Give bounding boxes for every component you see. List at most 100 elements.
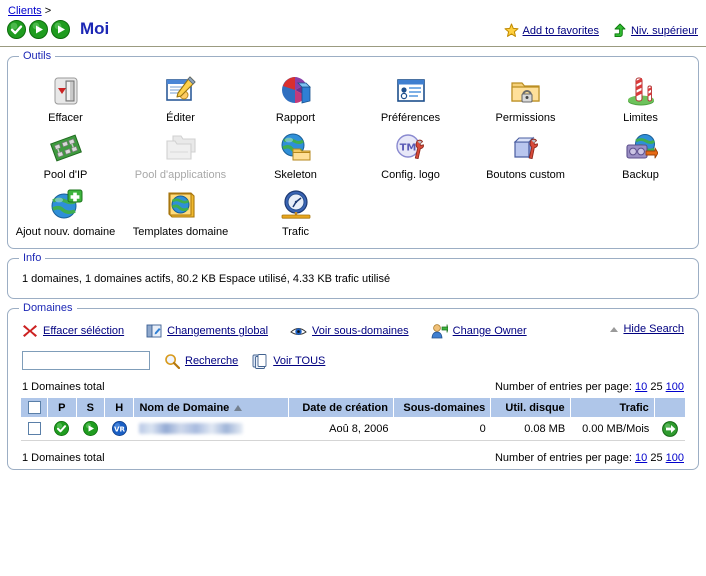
top-bar: Clients > Moi Add to favorites Niv. supé… [0,0,706,47]
tool-label: Éditer [166,112,195,124]
col-domain-name[interactable]: Nom de Domaine [133,398,289,417]
tool-boutons-custom[interactable]: Boutons custom [468,128,583,181]
domains-total-top: 1 Domaines total [22,381,105,393]
clock-traffic-icon [278,187,314,223]
tool-effacer[interactable]: Effacer [8,71,123,124]
tool-ajout-nouv-domaine[interactable]: Ajout nouv. domaine [8,185,123,238]
button-wrench-icon [508,130,544,166]
action-link[interactable]: Effacer séléction [43,325,124,337]
row-subdomains: 0 [393,417,491,441]
entries-option-100[interactable]: 100 [666,452,684,464]
search-link[interactable]: Recherche [185,355,238,367]
barrier-pole-icon [623,73,659,109]
tool-rapport[interactable]: Rapport [238,71,353,124]
tool-permissions[interactable]: Permissions [468,71,583,124]
row-checkbox-cell[interactable] [21,417,48,441]
view-all-action[interactable]: Voir TOUS [252,353,325,369]
backup-disk-icon [623,130,659,166]
col-h[interactable]: H [104,398,135,417]
page-title-row: Moi [7,19,109,39]
domains-actions-bar: Effacer séléction Changements global Voi… [8,309,698,347]
entries-per-page-bottom: Number of entries per page: 10 25 100 [495,452,684,464]
info-panel: Info 1 domaines, 1 domaines actifs, 80.2… [7,252,699,299]
row-select-checkbox[interactable] [27,422,41,435]
tool-preferences[interactable]: Préférences [353,71,468,124]
tool-label: Pool d'applications [134,169,227,181]
domains-total-bottom: 1 Domaines total [22,452,105,464]
table-header-row: P S H Nom de Domaine Date de création So… [21,398,685,417]
search-input[interactable] [22,351,150,370]
col-created[interactable]: Date de création [288,398,394,417]
tool-config-logo[interactable]: TM Config. logo [353,128,468,181]
check-circle-icon [7,19,26,39]
tool-limites[interactable]: Limites [583,71,698,124]
tool-label: Limites [623,112,658,124]
globe-folder-icon [278,130,314,166]
play-circle-icon-2 [51,19,70,39]
breadcrumb-link-clients[interactable]: Clients [8,5,42,17]
search-submit[interactable]: Recherche [164,353,238,369]
action-link[interactable]: Change Owner [453,325,527,337]
row-status-s [76,417,105,441]
pages-icon [252,353,268,369]
add-to-favorites-link[interactable]: Add to favorites [523,25,599,37]
tool-pool-ip[interactable]: Pool d'IP [8,128,123,181]
action-link[interactable]: Voir sous-domaines [312,325,409,337]
action-changements-global[interactable]: Changements global [146,323,268,339]
tool-label: Trafic [281,226,310,238]
entries-option-100[interactable]: 100 [666,381,684,393]
entries-label: Number of entries per page: [494,452,632,464]
action-change-owner[interactable]: Change Owner [431,323,527,339]
sort-ascending-icon [234,404,243,411]
col-disk[interactable]: Util. disque [490,398,571,417]
action-link[interactable]: Changements global [167,325,268,337]
row-domain-name[interactable] [133,417,289,441]
domain-name-redacted [138,423,243,435]
up-level-link[interactable]: Niv. supérieur [631,25,698,37]
star-icon [504,23,519,38]
tool-label: Config. logo [381,169,440,181]
action-effacer-selection[interactable]: Effacer séléction [22,323,124,339]
tool-label: Effacer [48,112,83,124]
entries-option-25-selected[interactable]: 25 [650,381,662,393]
global-changes-icon [146,323,162,339]
entries-option-25-selected[interactable]: 25 [650,452,662,464]
col-p[interactable]: P [47,398,77,417]
table-row[interactable]: VR Aoû 8, 2006 0 0.08 MB 0.00 MB/Mois [21,417,685,441]
tool-editer[interactable]: Éditer [123,71,238,124]
info-panel-legend: Info [19,252,46,264]
hide-search-link[interactable]: Hide Search [623,323,684,335]
row-go-cell[interactable] [654,417,685,441]
breadcrumb-separator: > [44,5,52,17]
col-subdomains[interactable]: Sous-domaines [393,398,492,417]
up-level-action[interactable]: Niv. supérieur [613,23,698,38]
col-s[interactable]: S [76,398,106,417]
page-root: Clients > Moi Add to favorites Niv. supé… [0,0,706,576]
select-all-checkbox[interactable] [27,401,41,414]
globe-template-icon [163,187,199,223]
entries-option-10[interactable]: 10 [635,452,647,464]
domains-table-head: P S H Nom de Domaine Date de création So… [21,398,685,417]
folder-lock-icon [508,73,544,109]
tool-pool-applications: Pool d'applications [123,128,238,181]
hide-search-action[interactable]: Hide Search [610,323,684,335]
view-all-link[interactable]: Voir TOUS [273,355,325,367]
tool-label: Préférences [380,112,441,124]
up-arrow-icon [613,23,627,38]
col-traffic[interactable]: Trafic [570,398,655,417]
domains-table-body: VR Aoû 8, 2006 0 0.08 MB 0.00 MB/Mois [21,417,685,441]
action-voir-sous-domaines[interactable]: Voir sous-domaines [290,325,409,338]
tool-backup[interactable]: Backup [583,128,698,181]
top-links: Add to favorites Niv. supérieur [504,23,698,38]
add-to-favorites-action[interactable]: Add to favorites [504,23,599,38]
tool-templates-domaine[interactable]: Templates domaine [123,185,238,238]
green-arrow-globe-icon[interactable] [661,420,678,437]
tool-skeleton[interactable]: Skeleton [238,128,353,181]
folders-stack-icon [163,130,199,166]
page-title: Moi [80,19,110,38]
tool-trafic[interactable]: Trafic [238,185,353,238]
totals-row-top: 1 Domaines total Number of entries per p… [8,370,698,398]
breadcrumb: Clients > [8,5,51,17]
entries-option-10[interactable]: 10 [635,381,647,393]
col-select-all[interactable] [21,398,49,417]
